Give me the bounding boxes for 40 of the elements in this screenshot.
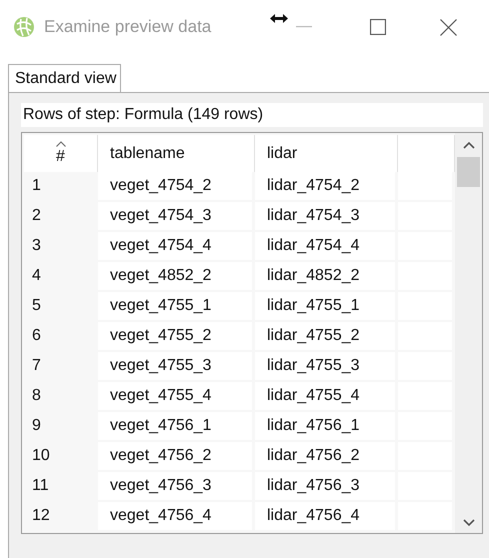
app-logo-icon — [13, 16, 35, 38]
column-header-label: # — [56, 148, 65, 166]
table-cell: veget_4755_4 — [98, 382, 255, 412]
table-cell: veget_4754_4 — [98, 232, 255, 262]
scrollbar-thumb[interactable] — [457, 157, 480, 187]
vertical-scrollbar[interactable] — [455, 133, 482, 533]
table-cell: veget_4754_3 — [98, 202, 255, 232]
table-cell: veget_4756_4 — [98, 502, 255, 532]
window-title: Examine preview data — [44, 17, 212, 37]
table-cell: lidar_4754_3 — [255, 202, 398, 232]
table-cell: veget_4754_2 — [98, 172, 255, 202]
table-cell: lidar_4754_4 — [255, 232, 398, 262]
table-cell: veget_4756_2 — [98, 442, 255, 472]
table-cell: veget_4756_1 — [98, 412, 255, 442]
table-cell: veget_4755_2 — [98, 322, 255, 352]
table-cell: lidar_4755_4 — [255, 382, 398, 412]
table-cell: lidar_4756_1 — [255, 412, 398, 442]
tab[interactable]: Standard view — [8, 64, 122, 92]
table-cell: lidar_4754_2 — [255, 172, 398, 202]
table-cell: lidar_4756_2 — [255, 442, 398, 472]
close-icon[interactable] — [440, 18, 458, 36]
table-cell: veget_4756_3 — [98, 472, 255, 502]
column-header[interactable]: # — [24, 135, 98, 172]
table-cell: lidar_4755_3 — [255, 352, 398, 382]
table-cell: veget_4755_1 — [98, 292, 255, 322]
table-cell: lidar_4755_1 — [255, 292, 398, 322]
maximize-icon[interactable] — [370, 19, 386, 35]
table-caption: Rows of step: Formula (149 rows) — [21, 103, 483, 127]
sort-ascending-icon — [56, 141, 66, 147]
table-cell: veget_4755_3 — [98, 352, 255, 382]
table-cell: veget_4852_2 — [98, 262, 255, 292]
scroll-up-icon[interactable] — [462, 141, 474, 149]
table-cell: lidar_4756_3 — [255, 472, 398, 502]
table-cell: lidar_4755_2 — [255, 322, 398, 352]
table-cell: lidar_4756_4 — [255, 502, 398, 532]
column-header[interactable]: lidar — [255, 135, 398, 172]
scroll-down-icon[interactable] — [462, 519, 474, 527]
table-cell: lidar_4852_2 — [255, 262, 398, 292]
column-header[interactable]: tablename — [98, 135, 255, 172]
resize-cursor-icon — [270, 14, 288, 22]
